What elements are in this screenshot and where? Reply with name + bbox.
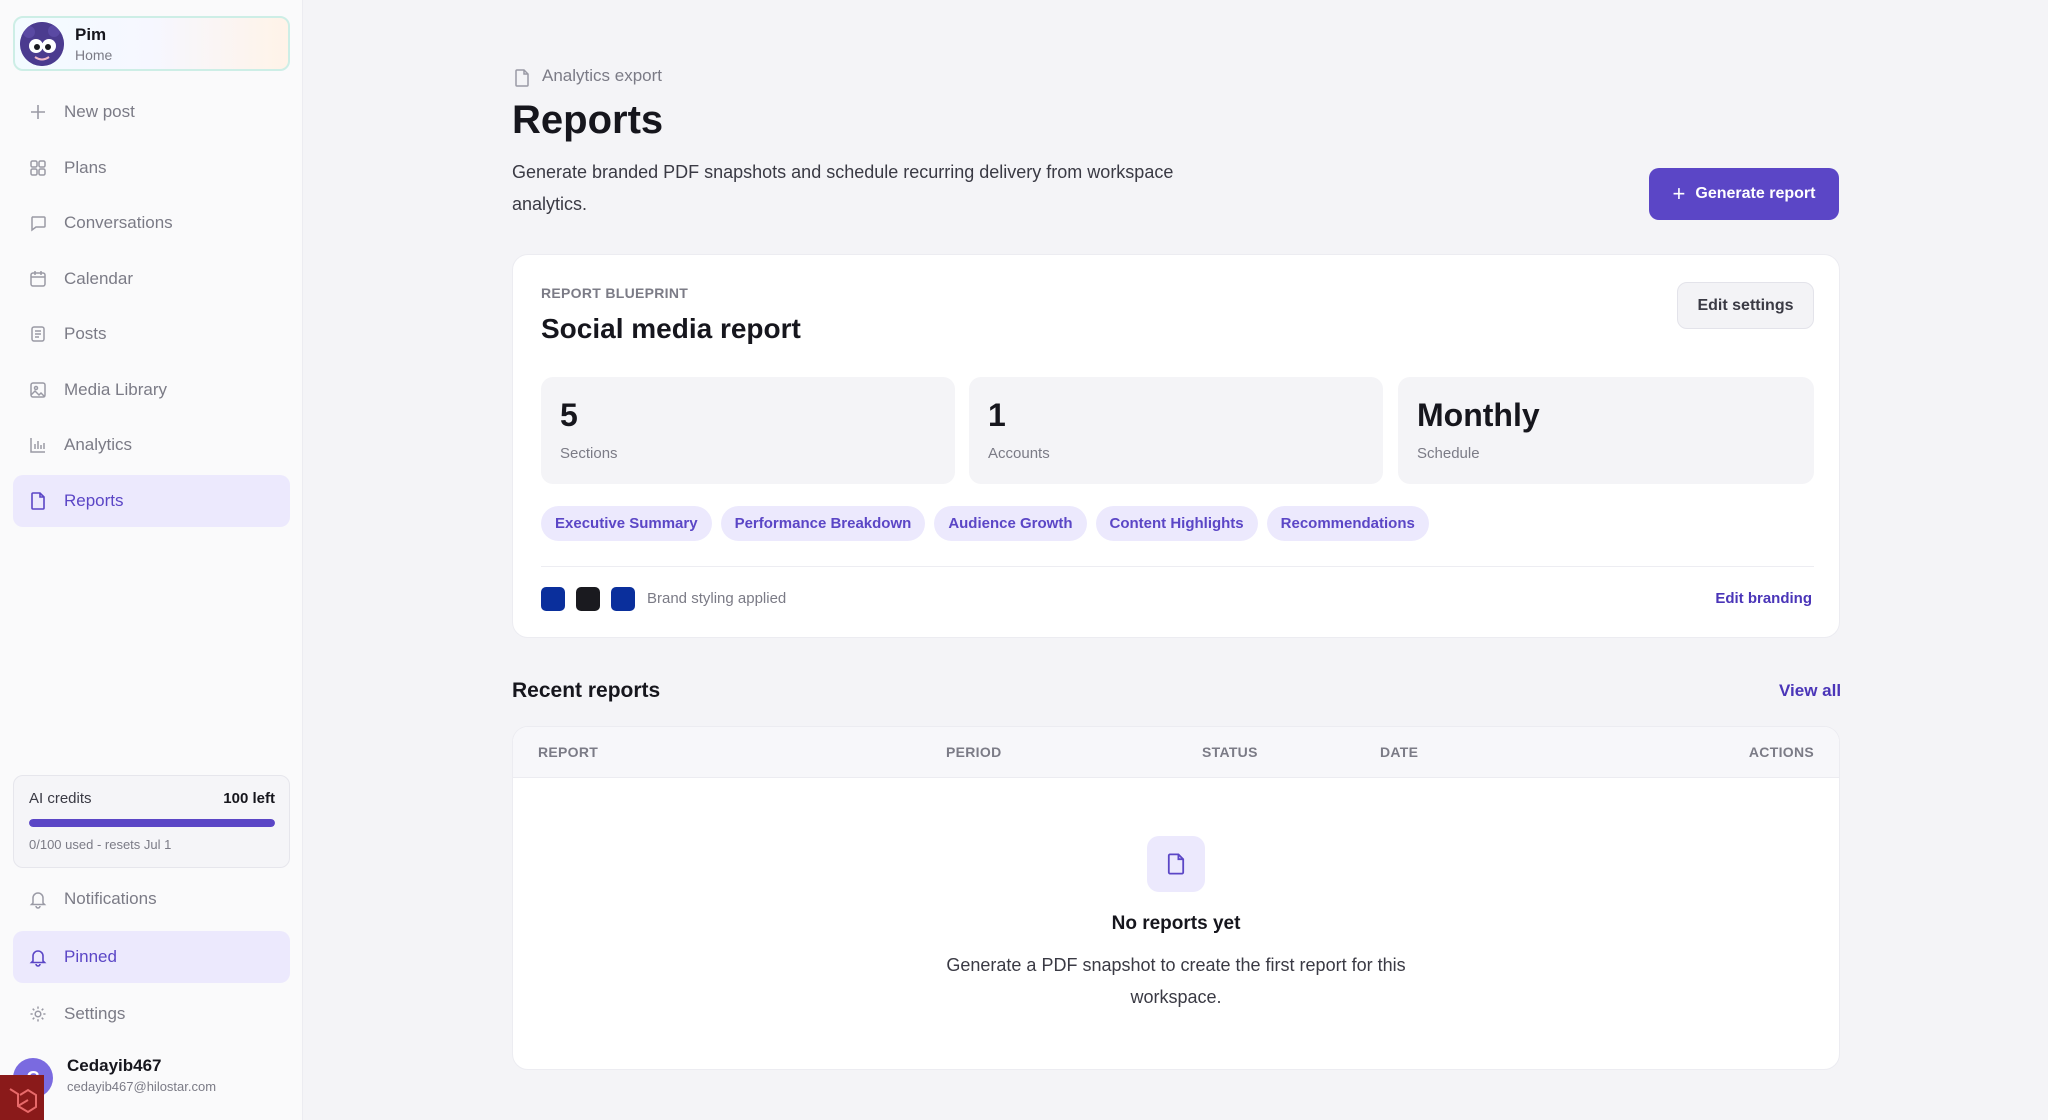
page-title: Reports (512, 98, 664, 142)
nav-label: Pinned (64, 947, 117, 966)
column-header-period: PERIOD (946, 744, 1002, 760)
table-header: REPORT PERIOD STATUS DATE ACTIONS (513, 727, 1839, 778)
nav-analytics[interactable]: Analytics (13, 419, 290, 471)
recent-reports-table: REPORT PERIOD STATUS DATE ACTIONS No rep… (512, 726, 1840, 1070)
report-blueprint-card: REPORT BLUEPRINT Social media report Edi… (512, 254, 1840, 638)
nav-label: Conversations (64, 213, 173, 232)
stat-label: Sections (560, 445, 618, 462)
user-menu[interactable]: C Cedayib467 cedayib467@hilostar.com (13, 1052, 290, 1112)
breadcrumb-text: Analytics export (542, 66, 662, 85)
file-icon (512, 68, 530, 87)
image-icon (28, 380, 48, 400)
nav-calendar[interactable]: Calendar (13, 253, 290, 305)
nav-new-post[interactable]: New post (13, 86, 290, 138)
nav-posts[interactable]: Posts (13, 308, 290, 360)
generate-report-label: Generate report (1695, 185, 1816, 202)
nav-label: New post (64, 102, 135, 121)
brand-swatches (541, 587, 635, 611)
brand-color-swatch (611, 587, 635, 611)
nav-conversations[interactable]: Conversations (13, 197, 290, 249)
nav-label: Media Library (64, 380, 167, 399)
column-header-date: DATE (1380, 744, 1419, 760)
page-description: Generate branded PDF snapshots and sched… (512, 162, 1174, 214)
workspace-sub: Home (75, 47, 113, 63)
nav-label: Posts (64, 324, 107, 343)
section-chip[interactable]: Content Highlights (1095, 506, 1258, 541)
section-chips: Executive Summary Performance Breakdown … (541, 506, 1429, 541)
nav-notifications[interactable]: Notifications (13, 873, 290, 925)
workspace-switcher[interactable]: Pim Home (13, 16, 290, 71)
blueprint-eyebrow: REPORT BLUEPRINT (541, 285, 689, 301)
section-chip[interactable]: Audience Growth (934, 506, 1087, 541)
stat-sections: 5 Sections (541, 377, 955, 484)
stat-value: 5 (560, 397, 578, 433)
nav-label: Settings (64, 1004, 126, 1023)
stat-value: 1 (988, 397, 1006, 433)
empty-state-description: Generate a PDF snapshot to create the fi… (946, 955, 1406, 1007)
view-all-link[interactable]: View all (1779, 681, 1841, 701)
bar-chart-icon (28, 435, 48, 455)
section-chip[interactable]: Performance Breakdown (720, 506, 926, 541)
file-icon (28, 491, 48, 511)
nav-label: Notifications (64, 889, 157, 908)
generate-report-button[interactable]: + Generate report (1649, 168, 1839, 220)
calendar-icon (28, 269, 48, 289)
stat-label: Accounts (988, 445, 1050, 462)
framework-logo-icon[interactable] (0, 1075, 44, 1120)
credits-meta: 0/100 used - resets Jul 1 (29, 837, 172, 852)
plus-icon (28, 102, 48, 122)
ai-credits-panel: AI credits 100 left 0/100 used - resets … (13, 775, 290, 868)
empty-state-title: No reports yet (1111, 913, 1241, 934)
section-chip[interactable]: Executive Summary (541, 506, 712, 541)
file-icon (1147, 836, 1205, 892)
nav-media-library[interactable]: Media Library (13, 364, 290, 416)
stat-schedule: Monthly Schedule (1398, 377, 1814, 484)
divider (541, 566, 1814, 567)
brand-color-swatch (541, 587, 565, 611)
stat-value: Monthly (1417, 397, 1540, 433)
nav-plans[interactable]: Plans (13, 142, 290, 194)
sidebar: Pim Home New post Plans Conversations Ca… (0, 0, 303, 1120)
nav-label: Plans (64, 158, 107, 177)
bell-icon (28, 947, 48, 967)
workspace-logo (20, 22, 64, 66)
credits-progress-fill (29, 819, 275, 827)
recent-reports-title: Recent reports (512, 679, 661, 702)
stat-label: Schedule (1417, 445, 1480, 462)
brand-color-swatch (576, 587, 600, 611)
chat-bubble-icon (28, 213, 48, 233)
nav-label: Analytics (64, 435, 133, 454)
nav-label: Calendar (64, 269, 133, 288)
workspace-name: Pim (75, 25, 107, 44)
credits-left: 100 left (223, 790, 275, 807)
document-lines-icon (28, 324, 48, 344)
edit-branding-link[interactable]: Edit branding (1715, 590, 1812, 607)
column-header-actions: ACTIONS (1748, 744, 1814, 760)
bell-icon (28, 889, 48, 909)
brand-status-text: Brand styling applied (647, 590, 787, 607)
edit-settings-button[interactable]: Edit settings (1677, 282, 1814, 329)
nav-reports[interactable]: Reports (13, 475, 290, 527)
section-chip[interactable]: Recommendations (1266, 506, 1429, 541)
nav-label: Reports (64, 491, 124, 510)
nav-pinned[interactable]: Pinned (13, 931, 290, 983)
column-header-status: STATUS (1202, 744, 1258, 760)
credits-progress-bar (29, 819, 275, 827)
stat-accounts: 1 Accounts (969, 377, 1383, 484)
plus-icon: + (1672, 181, 1686, 206)
grid-icon (28, 158, 48, 178)
user-email: cedayib467@hilostar.com (67, 1079, 217, 1094)
column-header-report: REPORT (538, 744, 599, 760)
gear-icon (28, 1004, 48, 1024)
credits-title: AI credits (29, 790, 92, 807)
blueprint-title: Social media report (541, 313, 801, 344)
nav-settings[interactable]: Settings (13, 988, 290, 1040)
user-name: Cedayib467 (67, 1056, 162, 1075)
